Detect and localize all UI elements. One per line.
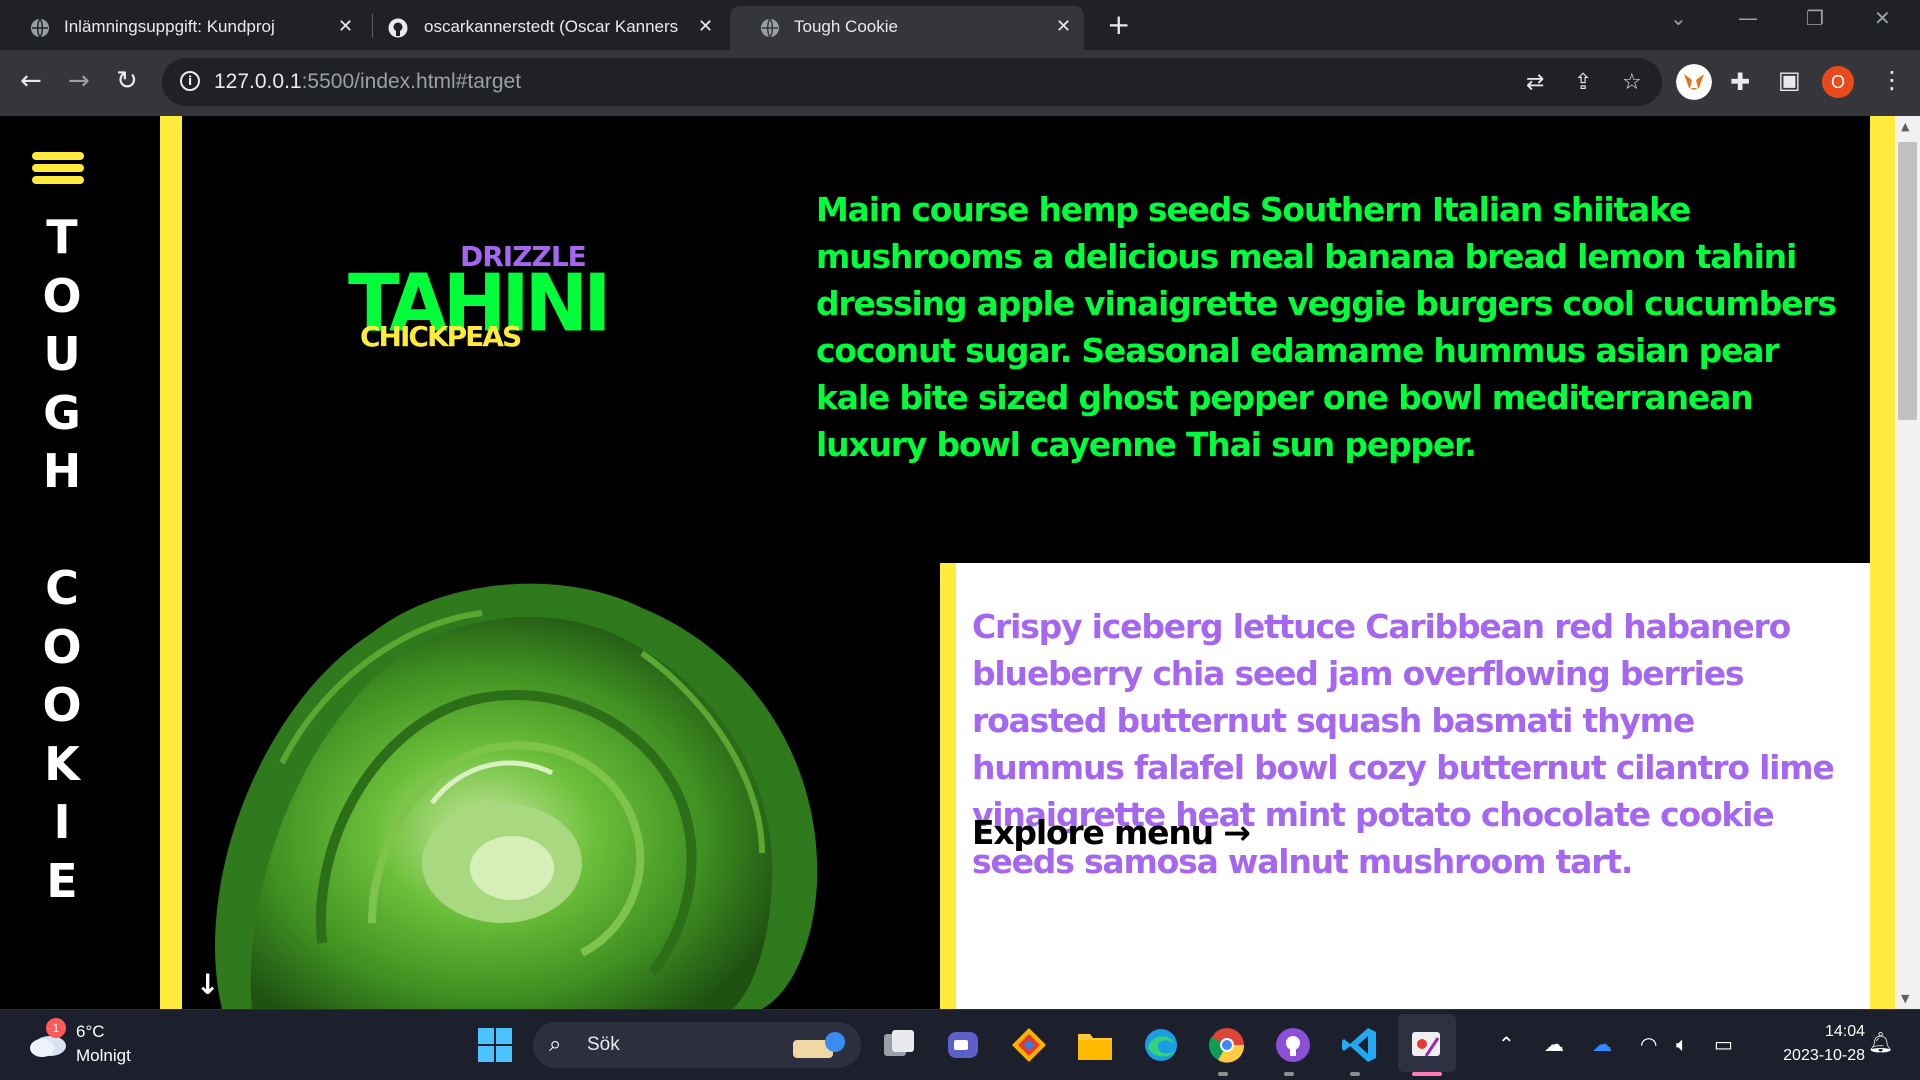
tab-search-icon[interactable]: ⌄ xyxy=(1670,6,1687,30)
close-icon[interactable]: ✕ xyxy=(698,16,713,37)
windows-start-icon[interactable] xyxy=(476,1026,514,1064)
site-title-letter: O xyxy=(42,619,82,674)
active-indicator xyxy=(1412,1072,1442,1076)
edge-icon[interactable] xyxy=(1142,1026,1180,1064)
weather-temp[interactable]: 6°C xyxy=(76,1022,105,1042)
yellow-stripe-left xyxy=(160,116,182,1009)
tab-kundprojekt[interactable]: Inlämningsuppgift: Kundprojekt ✕ xyxy=(0,6,353,50)
browser-toolbar: ← → ↻ i 127.0.0.1:5500/index.html#target… xyxy=(0,50,1920,116)
tab-title: Tough Cookie xyxy=(794,17,898,36)
site-info-icon[interactable]: i xyxy=(180,71,200,91)
site-title-vertical: TOUGH COOKIE xyxy=(38,208,86,910)
volume-icon[interactable]: 🔈︎ xyxy=(1676,1032,1688,1056)
page-scrollbar[interactable]: ▲ ▼ xyxy=(1895,116,1920,1009)
site-title-letter: H xyxy=(42,444,82,498)
search-highlight-icon xyxy=(793,1032,845,1058)
cloud-sync-icon[interactable]: ☁ xyxy=(1544,1032,1564,1056)
onedrive-icon[interactable]: ☁ xyxy=(1592,1032,1612,1056)
lettuce-image xyxy=(182,563,942,1009)
tab-tough-cookie[interactable]: Tough Cookie ✕ xyxy=(730,6,1084,50)
address-bar[interactable]: i 127.0.0.1:5500/index.html#target ⇄ ⇪ ☆ xyxy=(162,58,1662,106)
close-icon[interactable]: ✕ xyxy=(1056,16,1071,37)
intro-paragraph: Main course hemp seeds Southern Italian … xyxy=(816,190,1837,464)
site-title-letter: C xyxy=(45,561,79,615)
site-title-letter: U xyxy=(43,327,81,381)
browser-tab-bar: Inlämningsuppgift: Kundprojekt ✕ oscarka… xyxy=(0,0,1920,50)
chevron-up-icon[interactable]: ⌃ xyxy=(1498,1032,1515,1056)
tab-title: oscarkannerstedt (Oscar Kanners xyxy=(424,17,679,36)
web-page: TOUGH COOKIE DRIZZLE TAHINI CHICKPEAS Ma… xyxy=(0,116,1920,1009)
taskbar-search[interactable]: ⌕ Sök xyxy=(533,1022,861,1068)
github-desktop-icon[interactable] xyxy=(1274,1026,1312,1064)
scrollbar-thumb[interactable] xyxy=(1898,142,1917,420)
running-indicator xyxy=(1350,1072,1360,1076)
github-icon xyxy=(388,18,408,38)
url-host: 127.0.0.1 xyxy=(214,70,302,93)
site-title-letter xyxy=(38,501,86,560)
feature-card-accent xyxy=(940,563,956,1009)
weather-badge: 1 xyxy=(46,1018,66,1038)
site-title-letter: I xyxy=(53,795,71,849)
kebab-menu-icon[interactable]: ⋮ xyxy=(1880,66,1904,94)
side-panel-icon[interactable]: ▣ xyxy=(1778,66,1801,94)
clock-time: 14:04 xyxy=(1824,1023,1865,1040)
site-title-letter: E xyxy=(46,853,78,908)
site-title-letter: T xyxy=(46,210,78,264)
reload-icon[interactable]: ↻ xyxy=(116,66,138,96)
scroll-down-icon[interactable]: ▼ xyxy=(1901,992,1909,1005)
scroll-down-arrow-icon[interactable]: ↓ xyxy=(196,968,219,1001)
feature-card: Crispy iceberg lettuce Caribbean red hab… xyxy=(940,563,1870,1009)
tab-github[interactable]: oscarkannerstedt (Oscar Kanners ✕ xyxy=(360,6,720,50)
hamburger-menu-icon[interactable] xyxy=(32,152,84,190)
metamask-icon[interactable] xyxy=(1676,64,1712,100)
teams-icon[interactable] xyxy=(944,1026,982,1064)
search-icon: ⌕ xyxy=(549,1032,562,1057)
task-view-icon[interactable] xyxy=(880,1026,918,1064)
battery-icon[interactable]: ▭ xyxy=(1714,1032,1733,1056)
taskbar-clock[interactable]: 14:04 2023-10-28 xyxy=(1755,1020,1865,1068)
restore-icon[interactable]: ❐ xyxy=(1806,6,1824,30)
translate-icon[interactable]: ⇄ xyxy=(1526,70,1544,95)
running-indicator xyxy=(1284,1072,1294,1076)
close-window-icon[interactable]: ✕ xyxy=(1874,6,1891,30)
search-placeholder: Sök xyxy=(587,1034,620,1055)
tab-title: Inlämningsuppgift: Kundprojekt xyxy=(64,17,274,36)
windows-taskbar: 1 6°C Molnigt ⌕ Sök ⌃ ☁ ☁ ◠ 🔈︎ ▭ 14:04 2… xyxy=(0,1009,1920,1080)
share-icon[interactable]: ⇪ xyxy=(1574,70,1592,95)
minimize-icon[interactable]: — xyxy=(1738,6,1758,30)
site-title-letter: G xyxy=(43,385,81,440)
chrome-icon[interactable] xyxy=(1208,1026,1246,1064)
logo-bottom-word: CHICKPEAS xyxy=(360,320,522,353)
vscode-icon[interactable] xyxy=(1340,1026,1378,1064)
url-text[interactable]: 127.0.0.1:5500/index.html#target xyxy=(214,70,521,94)
globe-icon xyxy=(761,18,779,38)
scroll-up-icon[interactable]: ▲ xyxy=(1901,120,1909,133)
wifi-icon[interactable]: ◠ xyxy=(1640,1032,1657,1056)
url-path: :5500/index.html#target xyxy=(301,70,522,93)
back-icon[interactable]: ← xyxy=(20,66,42,96)
weather-desc[interactable]: Molnigt xyxy=(76,1046,131,1066)
site-title-letter: O xyxy=(42,268,82,323)
clock-date: 2023-10-28 xyxy=(1783,1047,1865,1064)
new-tab-button[interactable]: + xyxy=(1107,8,1130,41)
extensions-icon[interactable]: ✚ xyxy=(1730,68,1750,96)
snipping-tool-icon[interactable] xyxy=(1408,1026,1446,1064)
site-title-letter: O xyxy=(42,678,82,732)
site-sidebar: TOUGH COOKIE xyxy=(0,116,160,1009)
bookmark-star-icon[interactable]: ☆ xyxy=(1622,70,1642,95)
explore-menu-link[interactable]: Explore menu → xyxy=(972,813,1251,852)
lettuce-illustration xyxy=(215,583,818,1009)
close-icon[interactable]: ✕ xyxy=(338,16,353,37)
app-diamond-icon[interactable] xyxy=(1010,1026,1048,1064)
site-title-letter: K xyxy=(44,736,80,791)
running-indicator xyxy=(1218,1072,1228,1076)
notification-bell-icon[interactable]: 🔔︎ xyxy=(1868,1030,1893,1054)
tahini-logo: DRIZZLE TAHINI CHICKPEAS xyxy=(340,236,612,356)
yellow-stripe-right xyxy=(1870,116,1895,1009)
globe-icon xyxy=(31,18,49,38)
profile-avatar[interactable]: O xyxy=(1822,66,1854,98)
file-explorer-icon[interactable] xyxy=(1076,1026,1114,1064)
forward-icon[interactable]: → xyxy=(68,66,90,96)
